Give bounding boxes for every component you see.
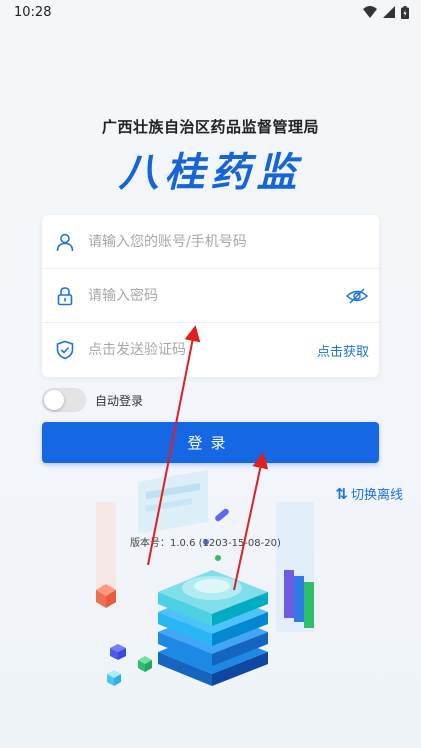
shield-icon <box>54 339 76 361</box>
wifi-icon <box>363 6 377 18</box>
user-icon <box>54 231 76 253</box>
auto-login-label: 自动登录 <box>95 393 144 408</box>
illustration-server-stack <box>158 570 268 686</box>
auto-login: 自动登录 <box>42 388 143 412</box>
version-info: 版本号：1.0.6 (1203-15-08-20) <box>130 534 281 549</box>
toggle-knob <box>44 390 64 410</box>
password-row <box>42 269 379 323</box>
version-label: 版本号： <box>130 538 170 549</box>
login-card: 点击获取 <box>42 215 379 377</box>
app-logo: 八桂药监 <box>118 149 303 196</box>
signal-icon <box>383 6 395 18</box>
password-input[interactable] <box>88 287 345 304</box>
agency-title: 广西壮族自治区药品监督管理局 <box>101 118 319 136</box>
offline-switch[interactable]: ⇅ 切换离线 <box>335 484 403 504</box>
swap-vertical-icon: ⇅ <box>335 484 348 503</box>
lock-icon <box>54 285 76 307</box>
status-time: 10:28 <box>14 4 52 20</box>
illustration-bars <box>276 502 314 632</box>
verification-code-input[interactable] <box>88 342 317 358</box>
status-icons <box>363 5 409 19</box>
version-value: 1.0.6 (1203-15-08-20) <box>170 538 281 549</box>
status-bar: 10:28 <box>0 0 421 24</box>
get-code-button[interactable]: 点击获取 <box>317 341 369 360</box>
eye-off-icon[interactable] <box>345 284 369 308</box>
account-row <box>42 215 379 269</box>
battery-icon <box>401 5 409 19</box>
code-row: 点击获取 <box>42 323 379 377</box>
account-input[interactable] <box>88 233 369 250</box>
illustration <box>96 470 314 686</box>
auto-login-toggle[interactable] <box>42 388 86 412</box>
offline-switch-label: 切换离线 <box>350 488 403 503</box>
illustration-card <box>138 470 208 534</box>
login-button[interactable]: 登录 <box>42 422 379 463</box>
